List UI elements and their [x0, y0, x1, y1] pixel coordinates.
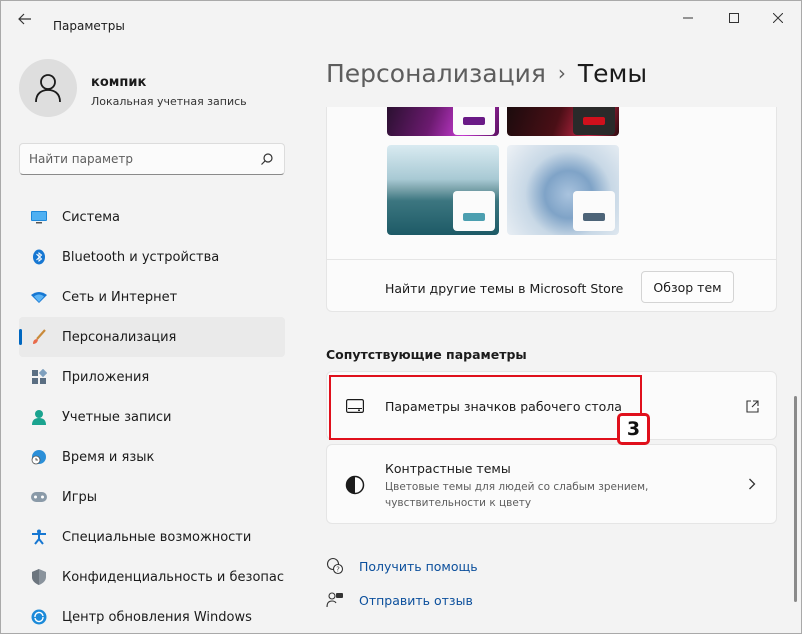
- sidebar-item-accessibility[interactable]: Специальные возможности: [19, 517, 285, 557]
- sidebar-item-apps[interactable]: Приложения: [19, 357, 285, 397]
- maximize-icon: [729, 13, 739, 23]
- chevron-right-icon: ›: [557, 61, 566, 85]
- svg-text:?: ?: [336, 566, 340, 574]
- gamepad-icon: [31, 489, 47, 505]
- shield-icon: [31, 569, 47, 585]
- theme-swatch: [453, 107, 495, 135]
- send-feedback-link[interactable]: Отправить отзыв: [326, 589, 473, 611]
- search-icon[interactable]: [260, 152, 274, 166]
- search-input[interactable]: [29, 150, 249, 168]
- contrast-icon: [345, 475, 365, 495]
- theme-thumbnail-flow[interactable]: [507, 107, 619, 136]
- swatch-bar: [463, 117, 485, 125]
- breadcrumb-parent[interactable]: Персонализация: [326, 59, 546, 88]
- theme-gallery: Найти другие темы в Microsoft Store Обзо…: [326, 107, 777, 312]
- sidebar-item-label: Конфиденциальность и безопас: [62, 569, 284, 585]
- sidebar-item-label: Bluetooth и устройства: [62, 249, 220, 265]
- external-link-icon: [744, 398, 760, 414]
- sidebar-item-network[interactable]: Сеть и Интернет: [19, 277, 285, 317]
- feedback-icon: [326, 591, 344, 609]
- desktop-icon: [345, 396, 365, 416]
- close-button[interactable]: [763, 7, 793, 29]
- sidebar-item-system[interactable]: Система: [19, 197, 285, 237]
- sidebar-item-bluetooth[interactable]: Bluetooth и устройства: [19, 237, 285, 277]
- page-title: Темы: [577, 59, 648, 88]
- search-box: [19, 143, 285, 175]
- sidebar-item-windows-update[interactable]: Центр обновления Windows: [19, 597, 285, 634]
- title-bar: Параметры: [1, 1, 801, 35]
- sidebar-nav: Система Bluetooth и устройства Сеть и Ин…: [19, 197, 285, 634]
- minimize-button[interactable]: [673, 7, 703, 29]
- arrow-left-icon: [18, 13, 31, 25]
- sidebar-item-label: Приложения: [62, 369, 150, 385]
- bluetooth-icon: [31, 249, 47, 265]
- sidebar-item-label: Центр обновления Windows: [62, 609, 252, 625]
- user-name: компик: [91, 75, 147, 90]
- app-title: Параметры: [53, 19, 125, 33]
- minimize-icon: [683, 17, 693, 19]
- accessibility-icon: [31, 529, 47, 545]
- get-help-text: Получить помощь: [359, 558, 478, 574]
- send-feedback-text: Отправить отзыв: [359, 592, 473, 608]
- store-row: Найти другие темы в Microsoft Store Обзо…: [327, 259, 776, 311]
- contrast-themes-subtitle-1: Цветовые темы для людей со слабым зрение…: [385, 481, 649, 493]
- swatch-bar: [583, 213, 605, 221]
- theme-swatch: [453, 191, 495, 231]
- sidebar-item-label: Система: [62, 209, 121, 225]
- brush-icon: [31, 329, 47, 345]
- sidebar-item-label: Сеть и Интернет: [62, 289, 178, 305]
- update-icon: [31, 609, 47, 625]
- contrast-themes-row[interactable]: Контрастные темы Цветовые темы для людей…: [326, 444, 777, 524]
- sidebar-item-label: Время и язык: [62, 449, 155, 465]
- chevron-right-icon: [744, 476, 760, 492]
- vertical-scrollbar[interactable]: [794, 396, 797, 602]
- breadcrumb: Персонализация › Темы: [326, 59, 647, 88]
- sidebar-item-personalization[interactable]: Персонализация: [19, 317, 285, 357]
- globe-clock-icon: [31, 449, 47, 465]
- person-icon: [31, 409, 47, 425]
- sidebar-item-label: Учетные записи: [62, 409, 172, 425]
- sidebar-item-privacy[interactable]: Конфиденциальность и безопас: [19, 557, 285, 597]
- browse-themes-button[interactable]: Обзор тем: [641, 271, 734, 303]
- contrast-themes-subtitle-2: чувствительности к цвету: [385, 497, 532, 509]
- theme-swatch: [573, 191, 615, 231]
- swatch-bar: [583, 117, 605, 125]
- related-settings-title: Сопутствующие параметры: [326, 347, 527, 362]
- apps-icon: [31, 369, 47, 385]
- theme-swatch: [573, 107, 615, 135]
- desktop-icon-settings-title: Параметры значков рабочего стола: [385, 399, 622, 414]
- back-button[interactable]: [13, 9, 37, 29]
- sidebar-item-label: Специальные возможности: [62, 529, 252, 545]
- help-icon: ?: [326, 557, 344, 575]
- get-help-link[interactable]: ? Получить помощь: [326, 555, 478, 577]
- settings-window: Параметры компик Локальная учетная запис…: [0, 0, 802, 634]
- sidebar-item-gaming[interactable]: Игры: [19, 477, 285, 517]
- theme-thumbnail-captured-motion[interactable]: [387, 145, 499, 235]
- sidebar-item-time-language[interactable]: Время и язык: [19, 437, 285, 477]
- sidebar-item-label: Персонализация: [62, 329, 177, 345]
- maximize-button[interactable]: [719, 7, 749, 29]
- wifi-icon: [31, 289, 47, 305]
- swatch-bar: [463, 213, 485, 221]
- annotation-step-badge: 3: [617, 413, 650, 445]
- store-text: Найти другие темы в Microsoft Store: [385, 281, 624, 296]
- sidebar-item-accounts[interactable]: Учетные записи: [19, 397, 285, 437]
- theme-thumbnail-glow[interactable]: [387, 107, 499, 136]
- monitor-icon: [31, 209, 47, 225]
- user-icon: [35, 74, 61, 103]
- desktop-icon-settings-row[interactable]: Параметры значков рабочего стола: [326, 371, 777, 440]
- theme-thumbnail-windows-light[interactable]: [507, 145, 619, 235]
- sidebar-item-label: Игры: [62, 489, 98, 505]
- account-type: Локальная учетная запись: [91, 95, 247, 108]
- avatar[interactable]: [19, 59, 77, 117]
- contrast-themes-title: Контрастные темы: [385, 461, 511, 476]
- close-icon: [773, 13, 783, 23]
